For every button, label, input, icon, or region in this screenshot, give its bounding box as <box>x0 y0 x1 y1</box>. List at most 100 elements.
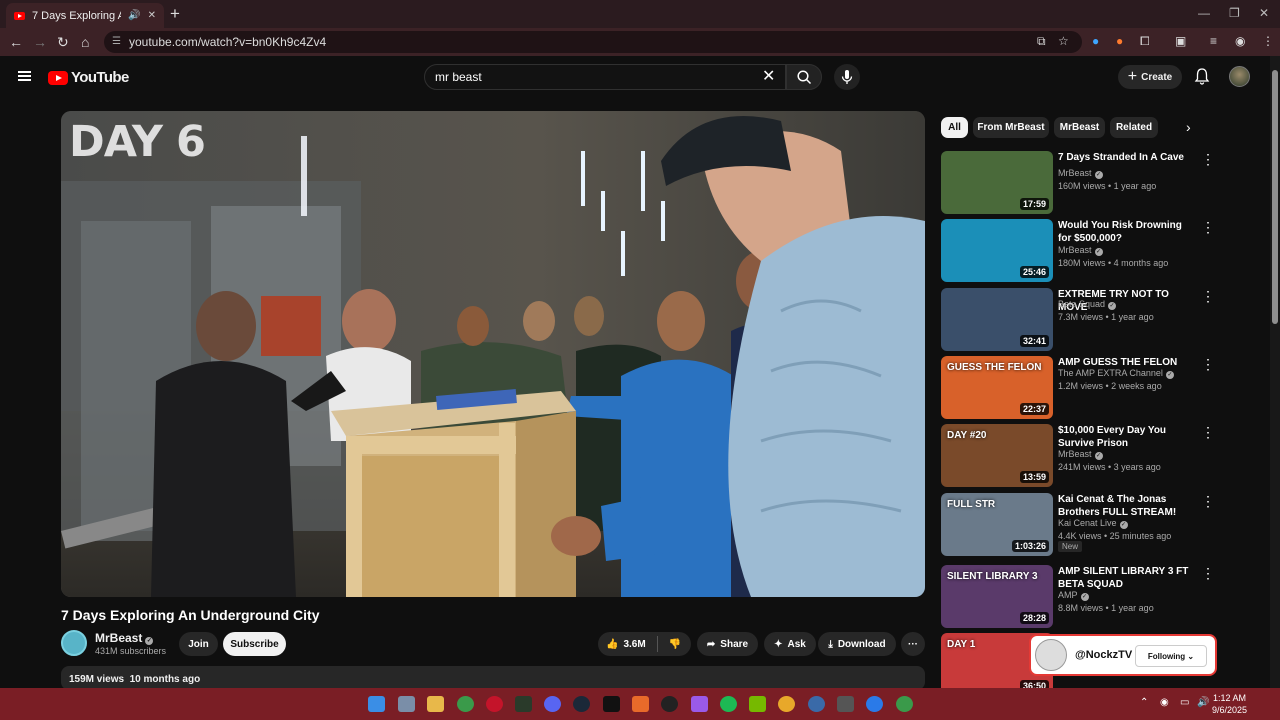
network-icon[interactable]: ▭ <box>1180 697 1189 708</box>
terminal-app-icon[interactable] <box>515 696 532 712</box>
recommendation-channel[interactable]: Kai Cenat Live ✓ <box>1058 518 1128 529</box>
recommendation-channel[interactable]: Beta Squad ✓ <box>1058 299 1117 310</box>
new-tab-button[interactable]: + <box>170 4 180 24</box>
site-info-icon[interactable]: ☰ <box>112 31 121 53</box>
channel-avatar[interactable] <box>61 630 87 656</box>
recommendation-item[interactable]: GUESS THE FELON 22:37 AMP GUESS THE FELON T… <box>941 356 1215 420</box>
audio-playing-icon[interactable]: 🔊 <box>128 10 140 21</box>
steam-app-icon[interactable] <box>573 696 590 712</box>
recommendation-title[interactable]: AMP SILENT LIBRARY 3 FT BETA SQUAD <box>1058 565 1193 591</box>
app-icon[interactable] <box>778 696 795 712</box>
app-icon[interactable] <box>603 696 620 712</box>
address-bar[interactable]: ☰ youtube.com/watch?v=bn0Kh9c4Zv4 <box>104 31 1082 53</box>
download-button[interactable]: ⤓ Download <box>818 632 896 656</box>
more-options-icon[interactable]: ⋮ <box>1201 356 1215 373</box>
recommendation-thumbnail[interactable]: GUESS THE FELON 22:37 <box>941 356 1053 419</box>
sidebar-icon[interactable]: ▣ <box>1175 34 1186 48</box>
notifications-bell-icon[interactable] <box>1194 67 1210 90</box>
recommendation-channel[interactable]: MrBeast ✓ <box>1058 245 1103 256</box>
recommendation-thumbnail[interactable]: FULL STR 1:03:26 <box>941 493 1053 556</box>
photos-app-icon[interactable] <box>398 696 415 712</box>
video-player[interactable]: DAY 6 <box>61 111 925 597</box>
recommendation-title[interactable]: $10,000 Every Day You Survive Prison <box>1058 424 1193 450</box>
recommendation-channel[interactable]: MrBeast ✓ <box>1058 449 1103 460</box>
discord-app-icon[interactable] <box>544 696 561 712</box>
recommendation-item[interactable]: SILENT LIBRARY 3 28:28 AMP SILENT LIBRARY … <box>941 565 1215 629</box>
chrome-active-app-icon[interactable] <box>896 696 913 712</box>
page-scrollbar[interactable] <box>1270 56 1280 688</box>
more-options-icon[interactable]: ⋮ <box>1201 151 1215 168</box>
voice-search-button[interactable] <box>834 64 860 90</box>
system-clock[interactable]: 1:12 AM 9/6/2025 <box>1212 692 1247 716</box>
recommendation-thumbnail[interactable]: DAY #20 13:59 <box>941 424 1053 487</box>
tray-overflow-icon[interactable]: ⌃ <box>1140 697 1148 708</box>
back-icon[interactable]: ← <box>9 34 23 50</box>
more-options-icon[interactable]: ⋮ <box>1201 493 1215 510</box>
more-options-icon[interactable]: ⋮ <box>1201 565 1215 582</box>
recommendation-title[interactable]: Kai Cenat & The Jonas Brothers FULL STRE… <box>1058 493 1193 519</box>
extension-icon[interactable]: ● <box>1116 34 1123 48</box>
obs-app-icon[interactable] <box>661 696 678 712</box>
volume-icon[interactable]: 🔊 <box>1197 697 1209 708</box>
cast-icon[interactable]: ⧉ <box>1037 34 1046 49</box>
search-button[interactable] <box>786 64 822 90</box>
chip-from-mrbeast[interactable]: From MrBeast <box>973 117 1049 138</box>
chip-related[interactable]: Related <box>1110 117 1158 138</box>
account-avatar[interactable] <box>1229 66 1250 87</box>
join-button[interactable]: Join <box>179 632 218 656</box>
recommendation-item[interactable]: DAY #20 13:59 $10,000 Every Day You Surviv… <box>941 424 1215 488</box>
following-button[interactable]: Following ⌄ <box>1135 645 1207 667</box>
dislike-icon[interactable]: 👎 <box>669 639 681 650</box>
forward-icon[interactable]: → <box>33 34 47 50</box>
close-window-icon[interactable]: ✕ <box>1259 6 1269 20</box>
recommendation-channel[interactable]: MrBeast ✓ <box>1058 168 1103 179</box>
more-options-icon[interactable]: ⋮ <box>1201 219 1215 236</box>
chip-mrbeast[interactable]: MrBeast <box>1054 117 1105 138</box>
profile-avatar-icon[interactable]: ◉ <box>1235 34 1245 48</box>
app-icon[interactable] <box>808 696 825 712</box>
chrome-app-icon[interactable] <box>457 696 474 712</box>
clear-search-icon[interactable]: ✕ <box>762 66 775 86</box>
youtube-logo[interactable]: YouTube <box>48 69 129 86</box>
recommendation-thumbnail[interactable]: 25:46 <box>941 219 1053 282</box>
recommendation-thumbnail[interactable]: 32:41 <box>941 288 1053 351</box>
recommendation-title[interactable]: Would You Risk Drowning for $500,000? <box>1058 219 1193 245</box>
chip-all[interactable]: All <box>941 117 968 138</box>
app-icon[interactable] <box>691 696 708 712</box>
more-actions-button[interactable]: ··· <box>901 632 925 656</box>
share-button[interactable]: ➦ Share <box>697 632 758 656</box>
recommendation-channel[interactable]: AMP ✓ <box>1058 590 1089 601</box>
channel-name[interactable]: MrBeast ✓ <box>95 631 154 645</box>
app-icon[interactable] <box>837 696 854 712</box>
spotify-app-icon[interactable] <box>720 696 737 712</box>
app-icon[interactable] <box>632 696 649 712</box>
create-button[interactable]: + Create <box>1118 65 1182 89</box>
recommendation-item[interactable]: 17:59 7 Days Stranded In A Cave MrBeast ✓ 16… <box>941 151 1215 215</box>
bookmark-star-icon[interactable]: ☆ <box>1058 34 1069 48</box>
recommendation-item[interactable]: 32:41 EXTREME TRY NOT TO MOVE Beta Squad ✓ 7… <box>941 288 1215 352</box>
home-icon[interactable]: ⌂ <box>81 34 89 50</box>
scroll-thumb[interactable] <box>1272 70 1278 324</box>
browser-menu-icon[interactable]: ⋮ <box>1262 34 1274 48</box>
more-options-icon[interactable]: ⋮ <box>1201 424 1215 441</box>
location-icon[interactable]: ◉ <box>1160 697 1169 708</box>
browser-tab[interactable]: 7 Days Exploring An Underground 🔊 ✕ <box>6 3 164 28</box>
recommendation-item[interactable]: 25:46 Would You Risk Drowning for $500,00… <box>941 219 1215 283</box>
reload-icon[interactable]: ↻ <box>57 34 69 51</box>
app-icon[interactable] <box>866 696 883 712</box>
chevron-right-icon[interactable]: › <box>1186 119 1191 135</box>
nvidia-app-icon[interactable] <box>749 696 766 712</box>
more-options-icon[interactable]: ⋮ <box>1201 288 1215 305</box>
ask-button[interactable]: ✦ Ask <box>764 632 816 656</box>
recommendation-thumbnail[interactable]: 17:59 <box>941 151 1053 214</box>
description-box[interactable]: 159M views 10 months ago <box>61 666 925 690</box>
search-input[interactable]: mr beast <box>424 64 786 90</box>
opera-app-icon[interactable] <box>486 696 503 712</box>
recommendation-title[interactable]: 7 Days Stranded In A Cave <box>1058 151 1193 164</box>
like-count[interactable]: 3.6M <box>623 639 645 650</box>
subscribe-button[interactable]: Subscribe <box>223 632 286 656</box>
restore-window-icon[interactable]: ❐ <box>1229 6 1240 20</box>
extension-icon[interactable]: ● <box>1092 34 1099 48</box>
minimize-window-icon[interactable]: — <box>1198 6 1210 20</box>
hamburger-menu-icon[interactable] <box>18 71 31 81</box>
